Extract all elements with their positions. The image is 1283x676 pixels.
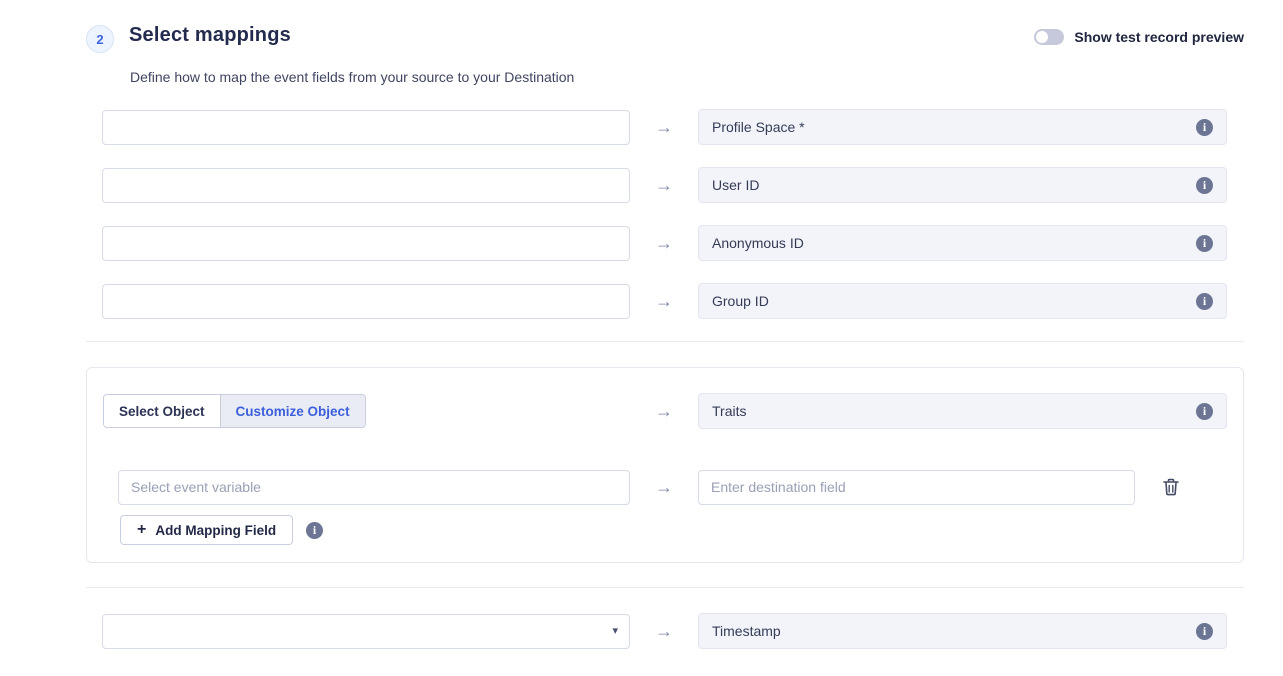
arrow-right-icon: →: [630, 175, 698, 196]
content-area: 2 Select mappings Show test record previ…: [86, 0, 1244, 649]
timestamp-source-select-wrap: ▾: [102, 614, 630, 649]
destination-label: Group ID: [712, 293, 769, 309]
page-subtitle: Define how to map the event fields from …: [130, 69, 1244, 85]
object-mode-tabs: Select Object Customize Object: [103, 394, 366, 428]
arrow-right-icon: →: [630, 117, 698, 138]
add-mapping-field-button[interactable]: + Add Mapping Field: [120, 515, 293, 545]
info-icon[interactable]: i: [1196, 293, 1213, 310]
toggle-label: Show test record preview: [1074, 29, 1244, 45]
delete-mapping-button[interactable]: [1163, 478, 1179, 496]
mapping-row-profile-space: → Profile Space * i: [86, 109, 1244, 145]
mapping-row-group-id: → Group ID i: [86, 283, 1244, 319]
traits-header-row: Select Object Customize Object → Traits …: [103, 393, 1227, 429]
header: 2 Select mappings Show test record previ…: [86, 24, 1244, 53]
source-field-input-profile-space[interactable]: [102, 110, 630, 145]
destination-label: Timestamp: [712, 623, 781, 639]
timestamp-source-select[interactable]: [102, 614, 630, 649]
destination-label: User ID: [712, 177, 759, 193]
source-field-input-anonymous-id[interactable]: [102, 226, 630, 261]
section-divider: [86, 587, 1244, 588]
destination-field-user-id: User ID i: [698, 167, 1227, 203]
step-number-badge: 2: [86, 25, 114, 53]
destination-label: Anonymous ID: [712, 235, 804, 251]
custom-mapping-row: →: [103, 469, 1227, 505]
simple-mappings-list: → Profile Space * i → User ID i → Anonym…: [86, 109, 1244, 319]
arrow-right-icon: →: [630, 621, 698, 642]
info-icon[interactable]: i: [1196, 177, 1213, 194]
show-test-record-preview-toggle[interactable]: [1034, 29, 1064, 45]
arrow-right-icon: →: [630, 291, 698, 312]
object-mode-tabs-wrap: Select Object Customize Object: [103, 394, 630, 428]
section-divider: [86, 341, 1244, 342]
arrow-right-icon: →: [630, 477, 698, 498]
destination-field-group-id: Group ID i: [698, 283, 1227, 319]
mapping-row-timestamp: ▾ → Timestamp i: [86, 613, 1244, 649]
arrow-right-icon: →: [630, 401, 698, 422]
destination-field-traits: Traits i: [698, 393, 1227, 429]
source-field-input-user-id[interactable]: [102, 168, 630, 203]
tab-customize-object[interactable]: Customize Object: [221, 395, 365, 427]
arrow-right-icon: →: [630, 233, 698, 254]
destination-label: Profile Space *: [712, 119, 805, 135]
plus-icon: +: [137, 522, 146, 538]
destination-label: Traits: [712, 403, 746, 419]
select-mappings-page: 2 Select mappings Show test record previ…: [0, 0, 1283, 676]
trash-icon: [1163, 478, 1179, 496]
destination-field-profile-space: Profile Space * i: [698, 109, 1227, 145]
event-variable-input[interactable]: [118, 470, 630, 505]
destination-field-anonymous-id: Anonymous ID i: [698, 225, 1227, 261]
mapping-row-user-id: → User ID i: [86, 167, 1244, 203]
tab-select-object[interactable]: Select Object: [104, 395, 221, 427]
add-mapping-row: + Add Mapping Field i: [120, 515, 1227, 545]
info-icon[interactable]: i: [1196, 235, 1213, 252]
traits-mapping-panel: Select Object Customize Object → Traits …: [86, 367, 1244, 563]
page-title: Select mappings: [129, 24, 291, 47]
info-icon[interactable]: i: [1196, 403, 1213, 420]
toggle-knob: [1036, 31, 1048, 43]
info-icon[interactable]: i: [1196, 119, 1213, 136]
destination-field-input[interactable]: [698, 470, 1135, 505]
destination-field-timestamp: Timestamp i: [698, 613, 1227, 649]
info-icon[interactable]: i: [1196, 623, 1213, 640]
mapping-row-anonymous-id: → Anonymous ID i: [86, 225, 1244, 261]
info-icon[interactable]: i: [306, 522, 323, 539]
add-mapping-field-label: Add Mapping Field: [155, 523, 276, 538]
test-record-preview-toggle-group: Show test record preview: [1034, 29, 1244, 45]
source-field-input-group-id[interactable]: [102, 284, 630, 319]
